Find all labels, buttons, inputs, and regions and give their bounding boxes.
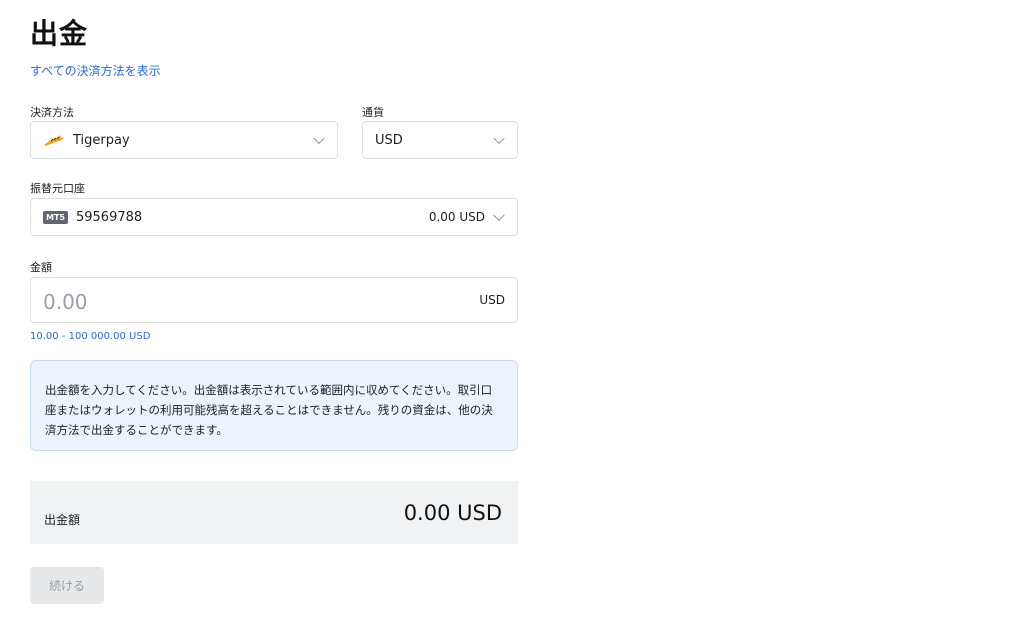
withdrawal-page: 出金 すべての決済方法を表示 決済方法 Tigerpay 通貨 USD 振替元口… [0,0,1024,624]
chevron-down-icon [493,132,505,145]
show-all-payment-methods-link[interactable]: すべての決済方法を表示 [30,62,161,79]
tigerpay-logo-icon [44,135,64,146]
currency-select[interactable]: USD [362,121,518,159]
withdrawal-summary: 出金額 0.00 USD [30,481,518,544]
mt5-badge: MT5 [43,210,68,224]
source-account-select[interactable]: MT5 59569788 0.00 USD [30,198,518,236]
amount-label: 金額 [30,261,52,274]
summary-value: 0.00 USD [403,501,502,525]
amount-field: USD [30,277,518,323]
currency-value: USD [375,132,403,148]
amount-range-hint: 10.00 - 100 000.00 USD [30,331,151,342]
payment-method-label: 決済方法 [30,106,74,119]
account-balance: 0.00 USD [428,210,485,224]
payment-method-select[interactable]: Tigerpay [30,121,338,159]
summary-label: 出金額 [44,513,81,527]
payment-method-value: Tigerpay [73,132,130,148]
page-title: 出金 [30,17,89,50]
chevron-down-icon [313,132,325,145]
account-number: 59569788 [75,209,143,225]
info-box: 出金額を入力してください。出金額は表示されている範囲内に収めてください。取引口座… [30,360,518,451]
amount-input[interactable] [41,287,425,317]
continue-button[interactable]: 続ける [30,567,104,604]
currency-label: 通貨 [362,106,384,119]
amount-currency: USD [479,293,505,307]
info-text: 出金額を入力してください。出金額は表示されている範囲内に収めてください。取引口座… [45,383,493,437]
chevron-down-icon [493,209,505,222]
source-account-label: 振替元口座 [30,182,85,195]
